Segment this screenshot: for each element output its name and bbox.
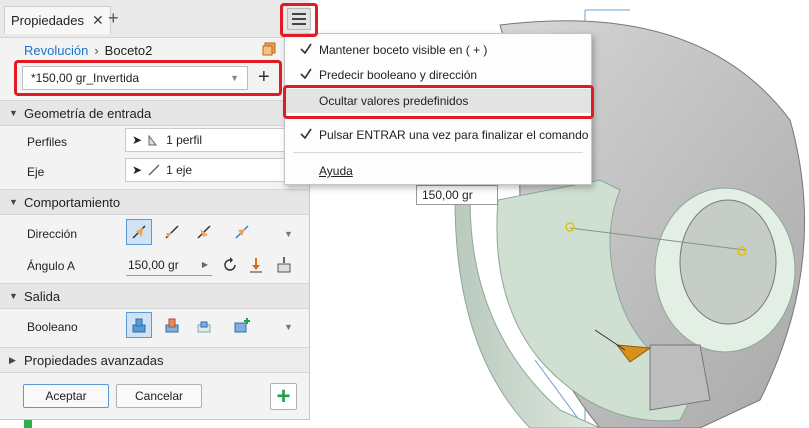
profiles-label: Perfiles <box>27 135 68 149</box>
menu-icon[interactable] <box>287 8 311 30</box>
add-tab-button[interactable]: + <box>108 9 119 27</box>
full-revolution-button[interactable] <box>217 252 243 278</box>
menu-item-help[interactable]: Ayuda <box>285 159 591 183</box>
direction-symmetric-button[interactable] <box>191 219 217 245</box>
checkmark-icon <box>300 128 312 140</box>
section-title: Salida <box>24 288 61 304</box>
new-solid-button[interactable] <box>229 312 255 338</box>
menu-item-label: Predecir booleano y dirección <box>319 68 478 82</box>
chevron-down-icon[interactable]: ▼ <box>284 229 293 239</box>
section-advanced[interactable]: ▶ Propiedades avanzadas <box>0 347 309 373</box>
boolean-intersect-button[interactable] <box>191 312 217 338</box>
axis-icon <box>148 164 160 176</box>
menu-item-predict-boolean[interactable]: Predecir booleano y dirección <box>285 63 591 87</box>
panel-tab-bar: Propiedades ✕ + <box>0 0 311 38</box>
boolean-label: Booleano <box>27 320 78 334</box>
direction-flipped-button[interactable] <box>159 219 185 245</box>
section-title: Geometría de entrada <box>24 105 152 121</box>
chevron-down-icon[interactable]: ▼ <box>284 322 293 332</box>
to-next-button[interactable] <box>243 252 269 278</box>
expand-triangle-icon: ▶ <box>9 354 16 365</box>
section-input-geometry[interactable]: ▼ Geometría de entrada <box>0 100 309 126</box>
menu-item-label: Pulsar ENTRAR una vez para finalizar el … <box>319 128 589 142</box>
boolean-join-button[interactable] <box>126 312 152 338</box>
menu-separator <box>293 118 583 119</box>
angle-value: 150,00 gr <box>128 257 179 272</box>
add-preset-button[interactable]: + <box>258 67 270 87</box>
close-icon[interactable]: ✕ <box>92 12 104 29</box>
direction-label: Dirección <box>27 227 78 241</box>
direction-asymmetric-button[interactable] <box>229 219 255 245</box>
cursor-icon: ➤ <box>132 133 143 147</box>
collapse-triangle-icon: ▼ <box>9 108 18 118</box>
tab-properties[interactable]: Propiedades ✕ <box>4 6 111 34</box>
preset-dropdown[interactable]: *150,00 gr_Invertida ▼ <box>22 66 248 90</box>
panel-options-menu: Mantener boceto visible en ( + ) Predeci… <box>284 33 592 185</box>
checkmark-icon <box>300 43 312 55</box>
menu-item-label: Mantener boceto visible en ( + ) <box>319 43 488 57</box>
origin-marker <box>24 419 32 428</box>
part-slot[interactable] <box>649 344 711 411</box>
angle-label: Ángulo A <box>27 259 76 273</box>
properties-panel: Propiedades ✕ + Revolución › Boceto2 *15… <box>0 0 311 420</box>
profile-icon <box>148 134 158 146</box>
direction-default-button[interactable] <box>126 219 152 245</box>
menu-item-label: Ayuda <box>319 164 353 178</box>
menu-item-keep-sketch-visible[interactable]: Mantener boceto visible en ( + ) <box>285 38 591 62</box>
breadcrumb: Revolución › Boceto2 <box>24 43 152 58</box>
tab-label: Propiedades <box>11 13 84 28</box>
profiles-value: 1 perfil <box>166 133 203 147</box>
menu-item-enter-once[interactable]: Pulsar ENTRAR una vez para finalizar el … <box>285 123 591 147</box>
section-output[interactable]: ▼ Salida <box>0 283 309 309</box>
preset-value: *150,00 gr_Invertida <box>31 71 140 85</box>
axis-label: Eje <box>27 165 45 179</box>
cursor-icon: ➤ <box>132 163 143 177</box>
to-face-button[interactable] <box>271 252 297 278</box>
collapse-triangle-icon: ▼ <box>9 197 18 207</box>
boolean-cut-button[interactable] <box>159 312 185 338</box>
section-title: Comportamiento <box>24 194 121 210</box>
axis-value: 1 eje <box>166 163 193 177</box>
angle-dimension-input[interactable]: 150,00 gr <box>416 185 498 205</box>
cancel-button[interactable]: Cancelar <box>116 384 202 408</box>
angle-input[interactable]: 150,00 gr ▶ <box>126 254 212 276</box>
axis-selector[interactable]: ➤ 1 eje <box>125 158 285 182</box>
play-arrow-icon[interactable]: ▶ <box>202 260 208 269</box>
chevron-down-icon: ▼ <box>230 73 239 83</box>
menu-item-label: Ocultar valores predefinidos <box>319 94 469 108</box>
breadcrumb-root[interactable]: Revolución <box>24 43 88 58</box>
profiles-selector[interactable]: ➤ 1 perfil <box>125 128 285 152</box>
menu-item-hide-presets[interactable]: Ocultar valores predefinidos <box>285 89 591 113</box>
collapse-triangle-icon: ▼ <box>9 291 18 301</box>
breadcrumb-separator: › <box>94 43 99 58</box>
part-bore[interactable] <box>679 199 777 325</box>
section-behavior[interactable]: ▼ Comportamiento <box>0 189 309 215</box>
menu-separator <box>293 152 583 153</box>
breadcrumb-current: Boceto2 <box>104 43 153 58</box>
apply-and-new-button[interactable]: + <box>270 383 297 410</box>
checkmark-icon <box>300 68 312 80</box>
ok-button[interactable]: Aceptar <box>23 384 109 408</box>
stage: 150,00 gr Propiedades ✕ + Revolución › B… <box>0 0 809 428</box>
section-title: Propiedades avanzadas <box>24 352 164 368</box>
feature-icon[interactable] <box>262 42 276 56</box>
